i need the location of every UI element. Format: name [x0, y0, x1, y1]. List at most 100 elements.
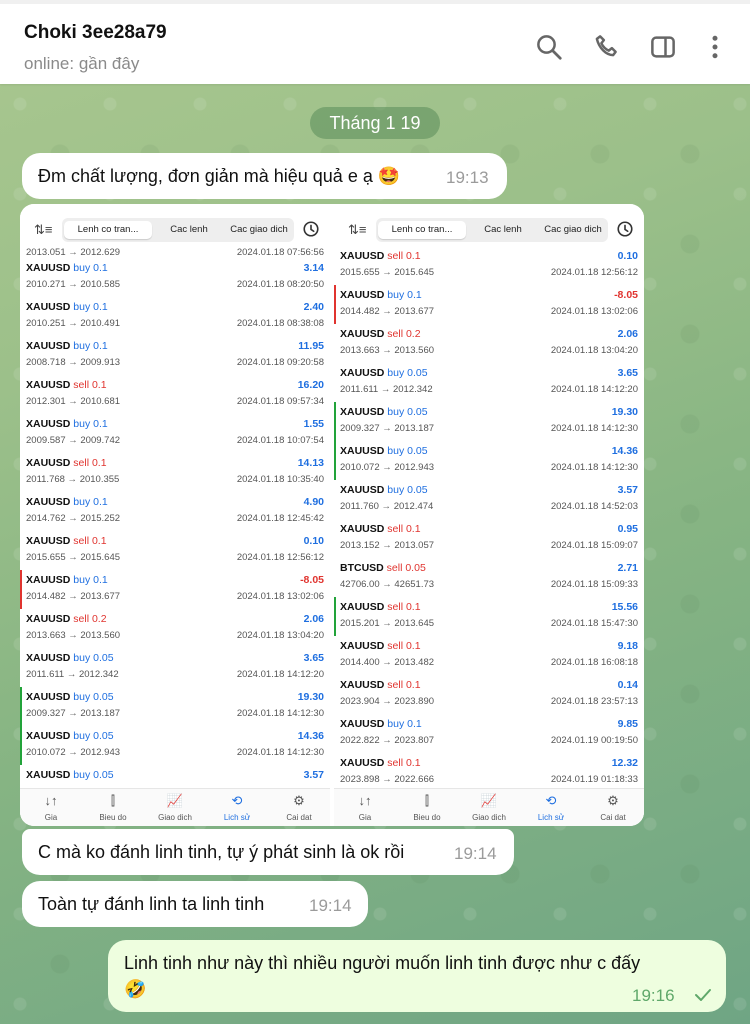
message-text: Đm chất lượng, đơn giản mà hiệu quả e ạ …	[38, 166, 401, 186]
sort-icon[interactable]: ⇅≡	[34, 222, 52, 238]
chat-title[interactable]: Choki 3ee28a79	[24, 22, 167, 44]
tab-positions[interactable]: Lenh co tran...	[378, 221, 466, 239]
trade-row[interactable]: XAUUSD buy 0.05 19.30 2009.327 → 2013.187 2…	[20, 687, 330, 726]
trade-row[interactable]: XAUUSD sell 0.1 0.10 2015.655 → 2015.645 20…	[334, 246, 644, 285]
trade-row[interactable]: XAUUSD buy 0.1 3.14 2010.271 → 2010.585 202…	[20, 258, 330, 297]
nav-chart[interactable]: ⫿ Bieu do	[82, 793, 144, 822]
history-clock-icon[interactable]	[616, 220, 634, 243]
trade-prices: 2014.482 → 2013.677	[26, 591, 121, 602]
history-clock-icon[interactable]	[302, 220, 320, 243]
trade-status-bar	[334, 441, 336, 480]
symbol-name: BTCUSD	[340, 562, 384, 574]
trade-row[interactable]: XAUUSD buy 0.1 4.90 2014.762 → 2015.252 202…	[20, 492, 330, 531]
trade-symbol: XAUUSD sell 0.1	[340, 679, 421, 691]
trade-profit: 3.65	[617, 367, 638, 379]
trade-row[interactable]: XAUUSD buy 0.05 14.36 2010.072 → 2012.943 2…	[20, 726, 330, 765]
nav-settings[interactable]: ⚙ Cai dat	[268, 793, 330, 822]
trade-row[interactable]: XAUUSD sell 0.1 15.56 2015.201 → 2013.645 2…	[334, 597, 644, 636]
message-bubble[interactable]: Toàn tự đánh linh ta linh tinh 19:14	[22, 881, 368, 927]
message-bubble[interactable]: C mà ko đánh linh tinh, tự ý phát sinh l…	[22, 829, 514, 875]
message-bubble[interactable]: Đm chất lượng, đơn giản mà hiệu quả e ạ …	[22, 153, 507, 199]
trade-row[interactable]: BTCUSD sell 0.05 2.71 42706.00 → 42651.73 2…	[334, 558, 644, 597]
trade-list: 2013.051 → 2012.629 2024.01.18 07:56:56 XA…	[20, 246, 330, 788]
trade-row[interactable]: XAUUSD buy 0.05 3.57 2011.760 → 2012.474 20…	[334, 480, 644, 519]
trade-row[interactable]: XAUUSD buy 0.05 3.65 2011.611 → 2012.342 20…	[20, 648, 330, 687]
photo-message[interactable]: ⇅≡ Lenh co tran... Cac lenh Cac giao dich 20…	[20, 204, 644, 826]
trade-row[interactable]: XAUUSD buy 0.05 3.65 2011.611 → 2012.342 20…	[334, 363, 644, 402]
nav-quotes[interactable]: ↓↑ Gia	[334, 793, 396, 822]
nav-settings[interactable]: ⚙ Cai dat	[582, 793, 644, 822]
trade-prices: 2013.663 → 2013.560	[340, 345, 435, 356]
trade-prices: 2009.327 → 2013.187	[340, 423, 435, 434]
phone-icon[interactable]	[592, 32, 622, 62]
symbol-name: XAUUSD	[26, 262, 71, 274]
trade-row[interactable]: XAUUSD sell 0.1 9.18 2014.400 → 2013.482 20…	[334, 636, 644, 675]
symbol-name: XAUUSD	[340, 718, 385, 730]
trade-side: sell 0.1	[387, 250, 421, 262]
outgoing-message-bubble[interactable]: Linh tinh như này thì nhiều người muốn l…	[108, 940, 726, 1012]
symbol-name: XAUUSD	[26, 379, 71, 391]
tab-positions[interactable]: Lenh co tran...	[64, 221, 152, 239]
search-icon[interactable]	[534, 32, 564, 62]
tab-orders[interactable]: Cac lenh	[154, 221, 224, 239]
nav-trade[interactable]: 📈 Giao dich	[144, 793, 206, 822]
trade-row[interactable]: XAUUSD buy 0.1 -8.05 2014.482 → 2013.677 20…	[20, 570, 330, 609]
nav-history[interactable]: ⟲ Lich sử	[520, 793, 582, 822]
nav-label: Gia	[44, 813, 58, 822]
nav-chart[interactable]: ⫿ Bieu do	[396, 793, 458, 822]
trade-row[interactable]: XAUUSD buy 0.1 9.85 2022.822 → 2023.807 202…	[334, 714, 644, 753]
nav-history[interactable]: ⟲ Lich sử	[206, 793, 268, 822]
trade-prices: 2011.760 → 2012.474	[340, 501, 434, 512]
trade-status-bar	[20, 570, 22, 609]
tab-deals[interactable]: Cac giao dich	[540, 221, 606, 239]
trade-row[interactable]: XAUUSD buy 0.05 3.57	[20, 765, 330, 788]
trade-row[interactable]: XAUUSD sell 0.1 16.20 2012.301 → 2010.681 2…	[20, 375, 330, 414]
sort-icon[interactable]: ⇅≡	[348, 222, 366, 238]
tab-deals[interactable]: Cac giao dich	[226, 221, 292, 239]
symbol-name: XAUUSD	[26, 574, 71, 586]
trade-profit: 2.71	[617, 562, 638, 574]
settings-icon: ⚙	[607, 793, 619, 808]
trade-row[interactable]: XAUUSD buy 0.1 11.95 2008.718 → 2009.913 20…	[20, 336, 330, 375]
history-icon: ⟲	[231, 793, 243, 808]
nav-label: Bieu do	[99, 813, 127, 822]
trade-row[interactable]: XAUUSD sell 0.1 12.32 2023.898 → 2022.666 2…	[334, 753, 644, 788]
trade-row[interactable]: XAUUSD sell 0.1 0.95 2013.152 → 2013.057 20…	[334, 519, 644, 558]
trade-profit: 15.56	[611, 601, 638, 613]
trade-side: buy 0.1	[73, 574, 108, 586]
nav-trade[interactable]: 📈 Giao dich	[458, 793, 520, 822]
more-vert-icon[interactable]	[700, 32, 730, 62]
trade-row[interactable]: XAUUSD sell 0.1 0.14 2023.904 → 2023.890 20…	[334, 675, 644, 714]
nav-label: Cai dat	[286, 813, 312, 822]
trade-profit: 14.13	[297, 457, 324, 469]
trade-profit: 1.55	[303, 418, 324, 430]
trade-symbol: XAUUSD sell 0.1	[340, 640, 421, 652]
trade-datetime: 2024.01.18 13:04:20	[236, 630, 324, 641]
nav-quotes[interactable]: ↓↑ Gia	[20, 793, 82, 822]
trade-prices: 2023.898 → 2022.666	[340, 774, 435, 785]
trade-side: buy 0.05	[387, 406, 428, 418]
trade-prices: 2015.655 → 2015.645	[340, 267, 435, 278]
trade-row[interactable]: XAUUSD buy 0.1 1.55 2009.587 → 2009.742 202…	[20, 414, 330, 453]
trade-datetime: 2024.01.18 08:20:50	[236, 279, 324, 290]
tabs-row: ⇅≡ Lenh co tran... Cac lenh Cac giao dich	[20, 218, 330, 244]
trade-profit: 19.30	[297, 691, 324, 703]
trade-datetime: 2024.01.18 09:20:58	[236, 357, 324, 368]
trade-profit: 12.32	[611, 757, 638, 769]
trade-row[interactable]: XAUUSD buy 0.1 2.40 2010.251 → 2010.491 202…	[20, 297, 330, 336]
trade-symbol: XAUUSD buy 0.05	[26, 730, 114, 742]
segmented-control: Lenh co tran... Cac lenh Cac giao dich	[62, 218, 294, 242]
trade-symbol: XAUUSD sell 0.1	[340, 757, 421, 769]
symbol-name: XAUUSD	[26, 418, 71, 430]
trade-row[interactable]: XAUUSD sell 0.1 14.13 2011.768 → 2010.355 2…	[20, 453, 330, 492]
trade-row[interactable]: XAUUSD sell 0.2 2.06 2013.663 → 2013.560 20…	[334, 324, 644, 363]
trade-row[interactable]: XAUUSD buy 0.05 19.30 2009.327 → 2013.187 2…	[334, 402, 644, 441]
trade-row[interactable]: XAUUSD buy 0.05 14.36 2010.072 → 2012.943 2…	[334, 441, 644, 480]
sidebar-toggle-icon[interactable]	[648, 32, 678, 62]
tab-orders[interactable]: Cac lenh	[468, 221, 538, 239]
trade-row[interactable]: XAUUSD sell 0.1 0.10 2015.655 → 2015.645 20…	[20, 531, 330, 570]
trade-side: sell 0.1	[73, 535, 107, 547]
symbol-name: XAUUSD	[340, 640, 385, 652]
trade-row[interactable]: XAUUSD buy 0.1 -8.05 2014.482 → 2013.677 20…	[334, 285, 644, 324]
trade-row[interactable]: XAUUSD sell 0.2 2.06 2013.663 → 2013.560 20…	[20, 609, 330, 648]
